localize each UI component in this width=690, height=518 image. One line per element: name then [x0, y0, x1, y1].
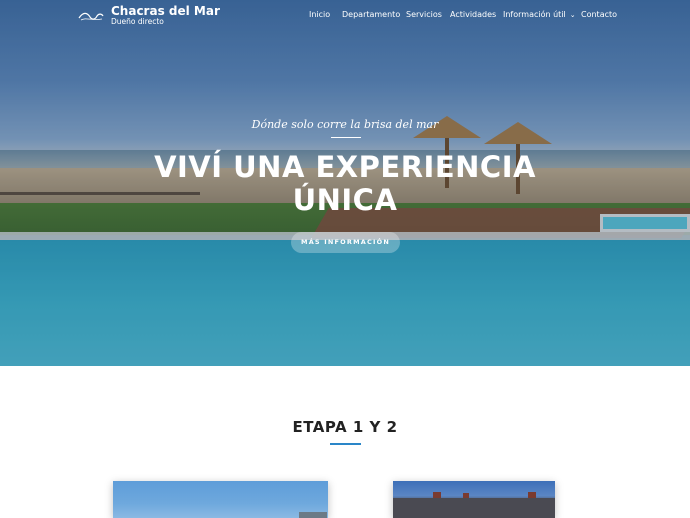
section-title: ETAPA 1 Y 2 [292, 418, 398, 436]
main-nav: Inicio Departamento Servicios Actividade… [0, 10, 690, 24]
section-title-divider [330, 443, 361, 445]
etapa-1-photo-card[interactable] [113, 481, 328, 518]
hero-headline-line-2: ÚNICA [292, 183, 398, 217]
nav-item-contacto[interactable]: Contacto [581, 10, 617, 19]
tagline-divider [331, 137, 361, 138]
site-header: Chacras del Mar Dueño directo Inicio Dep… [0, 0, 690, 34]
nav-item-servicios[interactable]: Servicios [406, 10, 442, 19]
nav-item-departamento[interactable]: Departamento [342, 10, 400, 19]
nav-item-actividades[interactable]: Actividades [450, 10, 496, 19]
chevron-down-icon: ⌄ [569, 11, 576, 19]
nav-item-label: Información útil [503, 10, 566, 19]
etapa-2-photo-card[interactable] [393, 481, 555, 518]
nav-item-inicio[interactable]: Inicio [309, 10, 330, 19]
hero-headline-line-1: VIVÍ UNA EXPERIENCIA [154, 150, 536, 184]
hero-headline: VIVÍ UNA EXPERIENCIA ÚNICA [0, 151, 690, 217]
hero-tagline: Dónde solo corre la brisa del mar [251, 118, 439, 131]
more-info-button[interactable]: MÁS INFORMACIÓN [291, 232, 400, 253]
nav-item-informacion-util[interactable]: Información útil ⌄ [503, 10, 576, 19]
